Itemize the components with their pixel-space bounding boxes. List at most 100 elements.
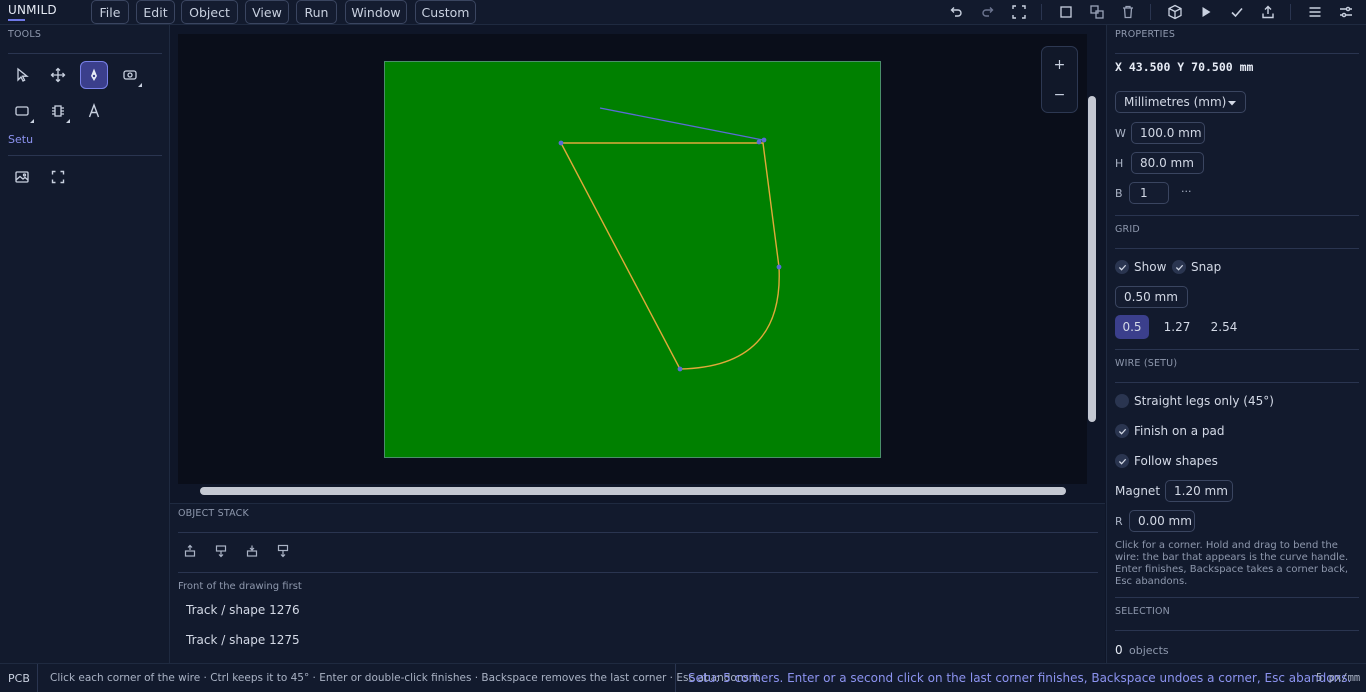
border-label: B xyxy=(1115,187,1123,200)
text-tool-icon[interactable] xyxy=(80,97,108,125)
list-item[interactable]: Track / shape 1276 xyxy=(186,603,300,617)
object-stack-panel: OBJECT STACK Front of the drawing first … xyxy=(170,503,1105,663)
properties-divider xyxy=(1115,597,1359,598)
straight-legs-label: Straight legs only (45°) xyxy=(1134,394,1274,408)
more-options-button[interactable]: ··· xyxy=(1181,185,1192,198)
zoom-control: + − xyxy=(1041,46,1078,113)
list-item[interactable]: Track / shape 1275 xyxy=(186,633,300,647)
component-tool-icon[interactable] xyxy=(44,97,72,125)
menu-view[interactable]: View xyxy=(245,0,289,24)
properties-panel: PROPERTIES X 43.500 Y 70.500 mm Millimet… xyxy=(1106,25,1366,663)
status-divider xyxy=(37,664,38,692)
status-bar: PCB Click each corner of the wire · Ctrl… xyxy=(0,663,1366,692)
chevron-down-icon xyxy=(1228,101,1236,106)
settings-sliders-icon[interactable] xyxy=(1338,4,1354,20)
unchecked-box xyxy=(1115,394,1129,408)
wire-tool-hint: Click for a corner. Hold and drag to ben… xyxy=(1115,540,1349,587)
vertical-scrollbar[interactable] xyxy=(1088,96,1096,422)
wire-heading: WIRE (SETU) xyxy=(1115,358,1178,369)
check-icon[interactable] xyxy=(1229,4,1245,20)
straight-legs-checkbox[interactable]: Straight legs only (45°) xyxy=(1115,394,1274,408)
tools-heading: TOOLS xyxy=(8,29,42,40)
units-select-value: Millimetres (mm) xyxy=(1124,95,1227,109)
toolbar-divider xyxy=(1150,4,1151,20)
grid-preset-button[interactable]: 2.54 xyxy=(1205,315,1243,339)
fit-frame-tool-icon[interactable] xyxy=(44,163,72,191)
send-to-back-icon[interactable] xyxy=(276,544,290,558)
menu-icon[interactable] xyxy=(1307,4,1323,20)
status-mode: PCB xyxy=(8,672,30,685)
follow-shapes-checkbox[interactable]: Follow shapes xyxy=(1115,454,1218,468)
units-select[interactable]: Millimetres (mm) xyxy=(1115,91,1246,113)
toolbar-divider xyxy=(1041,4,1042,20)
grid-show-checkbox[interactable]: Show xyxy=(1115,260,1166,274)
radius-field[interactable]: 0.00 mm xyxy=(1129,510,1195,532)
toolbar-divider xyxy=(1290,4,1291,20)
wire-corner[interactable] xyxy=(677,366,683,372)
object-stack-heading: OBJECT STACK xyxy=(178,508,249,519)
3d-view-icon[interactable] xyxy=(1167,4,1183,20)
group-icon[interactable] xyxy=(1089,4,1105,20)
magnet-field[interactable]: 1.20 mm xyxy=(1165,480,1233,502)
status-divider xyxy=(675,664,676,692)
tools-divider xyxy=(8,53,162,54)
fit-view-icon[interactable] xyxy=(1011,4,1027,20)
grid-preset-button[interactable]: 1.27 xyxy=(1159,315,1195,339)
move-tool-icon[interactable] xyxy=(44,61,72,89)
properties-divider xyxy=(1115,382,1359,383)
grid-show-label: Show xyxy=(1134,260,1167,274)
wire-corner[interactable] xyxy=(761,137,767,143)
frame-icon[interactable] xyxy=(1058,4,1074,20)
properties-divider xyxy=(1115,248,1359,249)
app-title-underline xyxy=(8,19,25,21)
menu-window[interactable]: Window xyxy=(345,0,407,24)
run-icon[interactable] xyxy=(1198,4,1214,20)
grid-preset-button[interactable]: 0.5 xyxy=(1115,315,1149,339)
image-tool-icon[interactable] xyxy=(8,163,36,191)
zoom-in-button[interactable]: + xyxy=(1042,50,1077,80)
selection-unit: objects xyxy=(1129,644,1169,657)
menu-edit[interactable]: Edit xyxy=(136,0,175,24)
radius-label: R xyxy=(1115,515,1123,528)
top-bar: UNMILD File Edit Object View Run Window … xyxy=(0,0,1366,25)
wire-corner[interactable] xyxy=(558,140,564,146)
drawing-canvas[interactable] xyxy=(178,34,1087,484)
properties-divider xyxy=(1115,349,1359,350)
finish-on-pad-label: Finish on a pad xyxy=(1134,424,1225,438)
width-field[interactable]: 100.0 mm xyxy=(1131,122,1205,144)
menu-run[interactable]: Run xyxy=(296,0,337,24)
tool-options-indicator xyxy=(30,119,34,123)
height-field[interactable]: 80.0 mm xyxy=(1131,152,1204,174)
via-tool-icon[interactable] xyxy=(116,61,144,89)
stack-divider xyxy=(178,572,1098,573)
select-tool-icon[interactable] xyxy=(8,61,36,89)
menu-custom[interactable]: Custom xyxy=(415,0,476,24)
object-stack-subheading: Front of the drawing first xyxy=(178,581,302,592)
checkmark-icon xyxy=(1172,260,1186,274)
zoom-out-button[interactable]: − xyxy=(1042,80,1077,110)
tool-options-indicator xyxy=(66,119,70,123)
grid-size-field[interactable]: 0.50 mm xyxy=(1115,286,1188,308)
border-field[interactable]: 1 xyxy=(1129,182,1169,204)
menu-object[interactable]: Object xyxy=(181,0,238,24)
properties-divider xyxy=(1115,53,1359,54)
menu-file[interactable]: File xyxy=(91,0,129,24)
pcb-board[interactable] xyxy=(384,61,881,458)
undo-icon[interactable] xyxy=(948,4,964,20)
wire-corner[interactable] xyxy=(756,139,762,145)
horizontal-scrollbar[interactable] xyxy=(200,487,1066,495)
rectangle-tool-icon[interactable] xyxy=(8,97,36,125)
bring-to-front-icon[interactable] xyxy=(183,544,197,558)
redo-icon[interactable] xyxy=(980,4,996,20)
export-icon[interactable] xyxy=(1260,4,1276,20)
finish-on-pad-checkbox[interactable]: Finish on a pad xyxy=(1115,424,1225,438)
cursor-coordinates: X 43.500 Y 70.500 mm xyxy=(1115,60,1254,74)
delete-icon[interactable] xyxy=(1120,4,1136,20)
bring-forward-icon[interactable] xyxy=(214,544,228,558)
pen-tool-icon[interactable] xyxy=(80,61,108,89)
grid-snap-checkbox[interactable]: Snap xyxy=(1172,260,1221,274)
checkmark-icon xyxy=(1115,424,1129,438)
selection-count: 0 xyxy=(1115,643,1123,657)
wire-corner[interactable] xyxy=(776,264,782,270)
send-backward-icon[interactable] xyxy=(245,544,259,558)
